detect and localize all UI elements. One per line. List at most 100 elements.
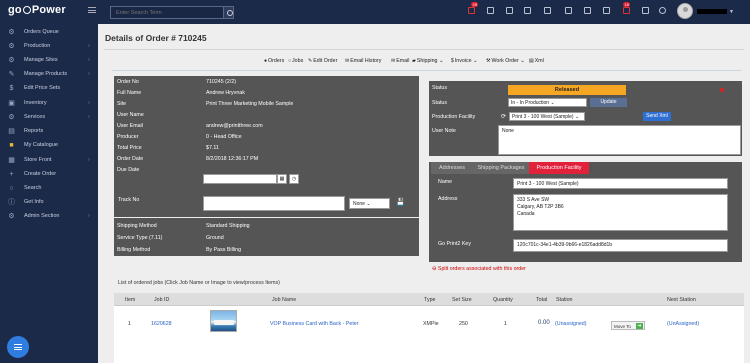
order-row: User Email andrew@printthree.com [114,120,419,131]
sidebar-item-store-front[interactable]: ▦ Store Front › [0,154,98,167]
sidebar-item-label: Store Front [24,157,52,163]
sidebar-item-get-info[interactable]: ⓘ Get Info [0,196,98,209]
due-date-input[interactable] [203,174,277,184]
job-type: XMPie [423,321,439,327]
save-icon[interactable]: 💾 [396,199,405,206]
info-icon: ⓘ [8,199,15,206]
chevron-right-icon: › [88,43,90,49]
cart-icon: ▦ [8,157,15,164]
sidebar-item-search[interactable]: ○ Search [0,182,98,195]
field-label: Total Price [114,142,203,153]
chevron-right-icon: › [88,114,90,120]
sidebar-item-services[interactable]: ⚙ Services › [0,111,98,124]
chevron-down-icon[interactable]: ▼ [729,9,734,15]
arrow-right-icon[interactable]: ➜ [636,323,643,329]
order-row: Producer 0 - Head Office [114,131,419,142]
field-value: 710245 (2/2) [203,76,419,87]
sidebar-item-inventory[interactable]: ▣ Inventory › [0,97,98,110]
sidebar-item-orders-queue[interactable]: ⚙ Orders Queue [0,26,98,39]
box-icon[interactable] [584,7,591,14]
sidebar-item-manage-sites[interactable]: ⚙ Manage Sites › [0,54,98,67]
tab-shipping-packages[interactable]: Shipping Packages [473,162,529,174]
tab-addresses[interactable]: Addresses [431,162,473,174]
toolbar-email[interactable]: ✉Email [391,58,409,64]
username-redacted[interactable] [697,9,727,14]
track-number-input[interactable] [203,196,345,211]
settings-icon[interactable] [642,7,649,14]
move-to-select[interactable]: Move To ➜ [611,321,645,330]
facility-name-field[interactable]: Print 3 - 100 West (Sample) [513,178,728,189]
track-label: Track No [118,197,140,203]
user-note-field[interactable]: None [498,125,741,155]
trophy-icon[interactable] [524,7,531,14]
toolbar-label: Email History [350,58,382,64]
field-value: andrew@printthree.com [203,120,419,131]
clock-icon[interactable]: ◷ [289,174,299,184]
toolbar-jobs[interactable]: ○Jobs [288,58,303,64]
toolbar-edit-order[interactable]: ✎Edit Order [308,58,337,64]
person-icon[interactable] [544,7,551,14]
notification-icon[interactable] [623,7,630,14]
toolbar-label: Edit Order [313,58,338,64]
job-name-link[interactable]: VOP Business Card with Back - Peter [270,321,359,327]
sidebar-item-reports[interactable]: ▤ Reports [0,125,98,138]
col-header: Quantity [493,297,513,303]
alert-badge: 29 [471,2,479,7]
track-carrier-select[interactable]: None ⌄ [349,198,390,209]
order-row: Shipping Method Standard Shipping [114,220,419,232]
field-label: User Email [114,120,203,131]
sidebar-item-label: Create Order [24,171,57,177]
job-thumbnail[interactable] [210,310,237,332]
job-id-link[interactable]: 1620628 [151,321,172,327]
user-icon[interactable] [506,7,513,14]
monitor-icon[interactable] [565,7,572,14]
sidebar-item-production[interactable]: ⚙ Production › [0,40,98,53]
menu-fab-button[interactable] [7,336,29,358]
app-logo[interactable]: go Power [8,4,66,16]
address-field[interactable]: 333 S Ave SW Calgary, AB T2P 3B6 Canada [513,194,728,231]
toolbar-invoice[interactable]: $Invoice ⌄ [451,58,478,64]
radio-filled-icon: ● [264,58,268,64]
plus-icon: + [9,171,14,178]
field-label: Order Date [114,153,203,164]
sidebar-item-label: Edit Price Sets [24,85,61,91]
toolbar-email-history[interactable]: ✉Email History [345,58,381,64]
facility-select[interactable]: Print 3 - 100 West (Sample) ⌄ [509,112,585,121]
status-badge: Released [508,85,626,95]
sidebar-item-admin-section[interactable]: ⚙ Admin Section › [0,210,98,223]
chevron-right-icon: › [88,57,90,63]
field-value: Standard Shipping [206,223,250,229]
status-select[interactable]: In - In Production ⌄ [508,98,587,107]
update-button[interactable]: Update [590,98,627,107]
gear-icon: ⚙ [8,29,15,36]
toolbar-label: Jobs [292,58,304,64]
document-icon: ▤ [529,58,534,64]
tab-production-facility[interactable]: Production Facility [529,162,589,174]
menu-toggle-icon[interactable] [88,7,96,13]
send-xml-button[interactable]: Send Xml [643,112,671,121]
toolbar-orders[interactable]: ●Orders [264,58,284,64]
key-field[interactable]: 120c701c-34e1-4b39-9b66-e1826add8d1b [513,239,728,252]
avatar[interactable] [677,3,693,19]
toolbar-shipping[interactable]: ▰Shipping ⌄ [412,58,443,64]
alert-icon[interactable] [468,7,475,14]
job-item: 1 [128,321,131,327]
help-icon[interactable] [659,7,666,14]
search-input[interactable] [110,6,225,19]
cart-icon[interactable] [603,7,610,14]
select-value: In - In Production [511,100,550,106]
toolbar-label: Shipping [416,58,438,64]
toolbar-work-order[interactable]: ⚒Work Order ⌄ [486,58,525,64]
sidebar-item-create-order[interactable]: + Create Order [0,168,98,181]
split-orders-link[interactable]: ⊖ Split orders associated with this orde… [432,266,526,272]
sidebar-item-label: Manage Products [24,71,68,77]
sidebar-item-edit-price-sets[interactable]: $ Edit Price Sets [0,82,98,95]
bell-icon[interactable] [487,7,494,14]
hammer-icon: ⚒ [486,58,491,64]
sidebar-item-my-catalogue[interactable]: ■ My Catalogue [0,139,98,152]
sidebar-item-manage-products[interactable]: ✎ Manage Products › [0,68,98,81]
search-button[interactable] [223,6,234,19]
calendar-icon[interactable]: ▦ [277,174,287,184]
col-header: Item [125,297,136,303]
toolbar-xml[interactable]: ▤Xml [529,58,544,64]
